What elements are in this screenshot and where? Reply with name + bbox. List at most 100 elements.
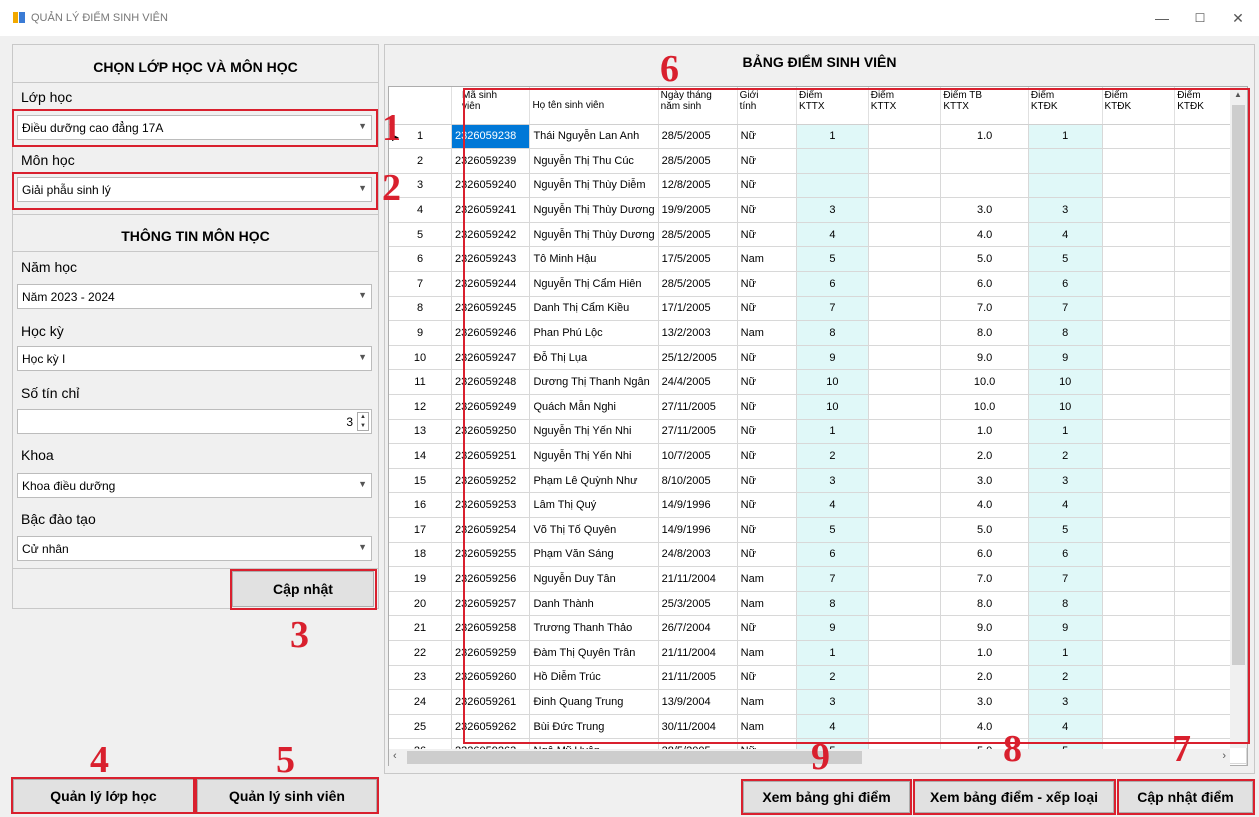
annotation-number: 1 <box>382 107 401 149</box>
row-number-label: 23 <box>413 671 427 684</box>
row-number[interactable]: 13 <box>389 418 453 445</box>
faculty-select-value: Khoa điều dưỡng <box>22 479 116 493</box>
annotation-number: 8 <box>1003 728 1022 770</box>
row-number-label: 17 <box>413 523 427 536</box>
row-number-label: 13 <box>413 425 427 438</box>
row-number-label: 2 <box>416 154 424 167</box>
chevron-down-icon: ▼ <box>358 352 367 362</box>
row-number-label: 3 <box>416 179 424 192</box>
class-label: Lớp học <box>21 89 73 105</box>
row-number-label: 16 <box>413 499 427 512</box>
annotation-number: 6 <box>660 48 679 90</box>
row-number-label: 21 <box>413 622 427 635</box>
section-title-select: CHỌN LỚP HỌC VÀ MÔN HỌC <box>93 59 298 75</box>
chevron-down-icon: ▼ <box>358 290 367 300</box>
row-number[interactable]: 24 <box>389 689 453 715</box>
annotation-number: 5 <box>276 739 295 781</box>
row-number[interactable]: 7 <box>389 271 453 297</box>
spin-arrows-icon[interactable]: ▲ ▼ <box>357 412 369 431</box>
row-number-label: 10 <box>413 351 427 364</box>
annotation-number: 9 <box>811 736 830 778</box>
scroll-right-icon[interactable]: › <box>1222 750 1226 762</box>
faculty-select[interactable]: Khoa điều dưỡng ▼ <box>17 473 372 498</box>
row-number-label: 14 <box>413 450 427 463</box>
level-select[interactable]: Cử nhân ▼ <box>17 536 372 561</box>
row-number-label: 6 <box>416 253 424 266</box>
row-number-label: 7 <box>416 277 424 290</box>
row-number-label: 4 <box>416 204 424 217</box>
row-number-label: 19 <box>413 572 427 585</box>
row-number[interactable]: 25 <box>389 713 453 740</box>
row-number-label: 5 <box>416 228 424 241</box>
row-number[interactable]: 5 <box>389 221 453 248</box>
chevron-down-icon: ▼ <box>358 479 367 489</box>
minimize-button[interactable]: — <box>1148 8 1176 28</box>
row-number-label: 15 <box>413 474 427 487</box>
term-select[interactable]: Học kỳ I ▼ <box>17 346 372 371</box>
row-number[interactable]: 14 <box>389 443 453 469</box>
row-number[interactable]: 12 <box>389 394 453 420</box>
row-number[interactable]: 9 <box>389 320 453 346</box>
annotation-box-3 <box>230 569 377 610</box>
row-number[interactable]: 20 <box>389 590 453 617</box>
credits-label: Số tín chỉ <box>21 385 80 401</box>
row-number[interactable]: 10 <box>389 344 453 371</box>
row-number-label: 12 <box>413 400 427 413</box>
row-number-label: 25 <box>413 720 427 733</box>
app-icon <box>13 12 25 23</box>
annotation-number: 7 <box>1172 728 1191 770</box>
row-number[interactable]: 23 <box>389 664 453 691</box>
row-number[interactable]: 17 <box>389 517 453 543</box>
row-number[interactable]: 11 <box>389 369 453 396</box>
row-number-label: 18 <box>413 548 427 561</box>
level-select-value: Cử nhân <box>22 542 69 556</box>
annotation-box-5 <box>195 777 379 814</box>
scroll-left-icon[interactable]: ‹ <box>393 750 397 762</box>
faculty-label: Khoa <box>21 447 54 463</box>
row-number[interactable]: 16 <box>389 492 453 518</box>
annotation-box-4 <box>11 777 195 814</box>
scroll-thumb[interactable] <box>407 751 862 764</box>
row-number[interactable]: 15 <box>389 467 453 494</box>
year-select-value: Năm 2023 - 2024 <box>22 290 115 304</box>
divider <box>13 214 378 215</box>
credits-stepper[interactable]: 3 ▲ ▼ <box>17 409 372 434</box>
annotation-box-2 <box>12 172 378 210</box>
row-number-label: 1 <box>416 130 424 143</box>
row-number-label: 24 <box>413 695 427 708</box>
year-select[interactable]: Năm 2023 - 2024 ▼ <box>17 284 372 309</box>
annotation-box-6 <box>463 88 1250 744</box>
annotation-box-9 <box>741 779 912 815</box>
row-number-label: 9 <box>416 327 424 340</box>
grades-title: BẢNG ĐIỂM SINH VIÊN <box>742 54 897 70</box>
subject-label: Môn học <box>21 152 75 168</box>
row-number-label: 11 <box>414 376 426 389</box>
term-label: Học kỳ <box>21 323 64 339</box>
divider <box>13 251 378 252</box>
row-number-label: 8 <box>416 302 424 315</box>
annotation-box-1 <box>12 109 378 147</box>
credits-value: 3 <box>346 415 353 429</box>
annotation-number: 2 <box>382 167 401 209</box>
maximize-button[interactable]: ☐ <box>1186 8 1214 28</box>
year-label: Năm học <box>21 259 78 275</box>
row-number[interactable]: 21 <box>389 615 453 641</box>
section-title-info: THÔNG TIN MÔN HỌC <box>121 228 270 244</box>
row-number[interactable]: 6 <box>389 246 453 273</box>
row-number[interactable]: 18 <box>389 541 453 568</box>
annotation-number: 3 <box>290 614 309 656</box>
divider <box>13 82 378 83</box>
row-number-label: 20 <box>413 597 427 610</box>
row-number-label: 22 <box>413 646 427 659</box>
horizontal-scrollbar[interactable]: ‹ › <box>389 749 1230 766</box>
title-bar: QUẢN LÝ ĐIỂM SINH VIÊN — ☐ ✕ <box>0 0 1259 36</box>
annotation-box-7 <box>1117 779 1255 815</box>
window-title: QUẢN LÝ ĐIỂM SINH VIÊN <box>31 12 168 24</box>
row-number[interactable]: 22 <box>389 639 453 666</box>
chevron-down-icon: ▼ <box>358 542 367 552</box>
row-number[interactable]: 8 <box>389 295 453 322</box>
level-label: Bậc đào tạo <box>21 511 96 527</box>
row-number[interactable]: 19 <box>389 566 453 592</box>
close-button[interactable]: ✕ <box>1224 8 1252 28</box>
annotation-box-8 <box>913 779 1116 815</box>
